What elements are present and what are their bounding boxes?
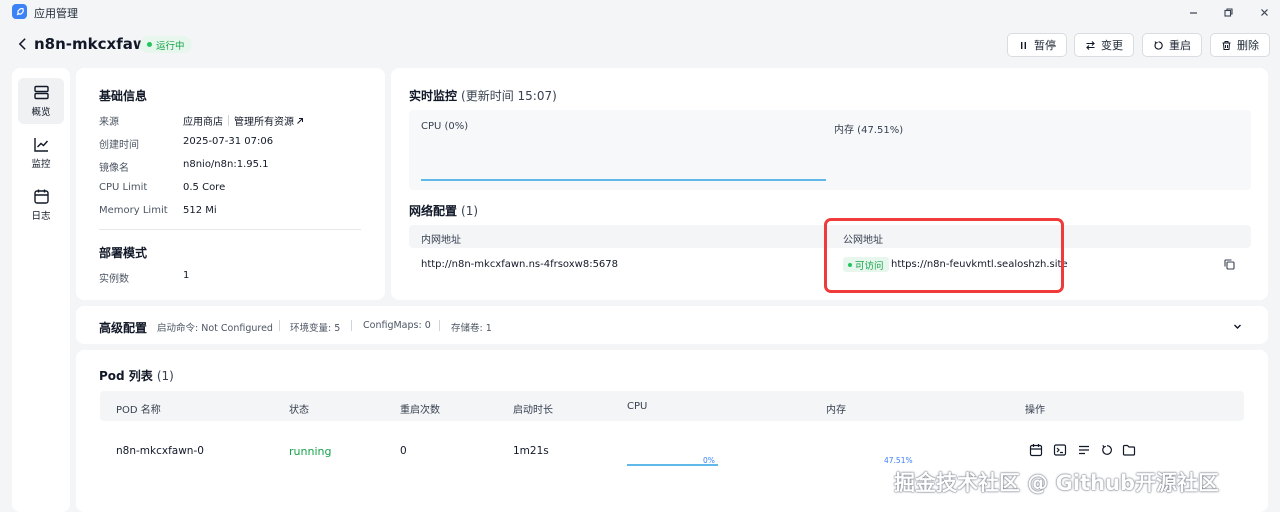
restore-icon[interactable] — [1220, 4, 1236, 20]
divider — [99, 229, 361, 230]
sidebar-item-logs[interactable]: 日志 — [18, 182, 64, 228]
back-icon[interactable] — [14, 35, 30, 53]
basic-info-title: 基础信息 — [99, 89, 148, 103]
terminal-icon[interactable] — [1053, 443, 1067, 457]
created-label: 创建时间 — [99, 140, 139, 151]
monitor-title: 实时监控 (更新时间 15:07) — [409, 89, 557, 103]
memory-monitor-label: 内存 (47.51%) — [834, 125, 904, 136]
pause-icon — [1021, 41, 1026, 49]
memory-limit-label: Memory Limit — [99, 205, 168, 216]
restart-icon — [1154, 40, 1163, 50]
folder-icon[interactable] — [1122, 443, 1136, 457]
memory-limit-value: 512 Mi — [183, 205, 217, 216]
storage-volumes: 存储卷: 1 — [451, 323, 492, 334]
image-label: 镜像名 — [99, 163, 129, 174]
pod-status: running — [289, 445, 332, 458]
deploy-mode-title: 部署模式 — [99, 246, 148, 260]
col-pod-name: POD 名称 — [116, 405, 161, 416]
sidebar-item-overview[interactable]: 概览 — [18, 78, 64, 124]
trash-icon — [1222, 40, 1231, 50]
chevron-down-icon[interactable] — [1232, 321, 1243, 332]
pod-table-header — [100, 391, 1244, 421]
col-actions: 操作 — [1025, 405, 1045, 416]
pod-uptime: 1m21s — [513, 445, 549, 457]
minimize-icon[interactable] — [1185, 4, 1201, 20]
configmaps: ConfigMaps: 0 — [363, 320, 431, 331]
watermark-text: 掘金技术社区 @ Github开源社区 — [894, 471, 1220, 495]
sidebar-item-monitor[interactable]: 监控 — [18, 130, 64, 176]
pod-log-icon[interactable] — [1029, 443, 1043, 457]
external-link-icon — [297, 118, 303, 124]
app-header: n8n-mkcxfawn 运行中 暂停 变更 重启 删除 — [0, 26, 1280, 64]
col-status: 状态 — [289, 405, 309, 416]
change-button[interactable]: 变更 — [1074, 33, 1134, 57]
window-title: 应用管理 — [34, 7, 78, 20]
instances-label: 实例数 — [99, 274, 129, 285]
source-label: 来源 — [99, 117, 119, 128]
separator — [279, 320, 280, 331]
monitor-panel — [409, 110, 1251, 190]
close-icon[interactable] — [1256, 4, 1272, 20]
overview-icon — [33, 85, 49, 100]
app-logo-icon — [12, 4, 27, 19]
swap-icon — [1086, 40, 1095, 50]
copy-icon[interactable] — [1223, 258, 1236, 271]
highlight-annotation — [824, 218, 1064, 293]
delete-button[interactable]: 删除 — [1210, 33, 1270, 57]
pod-restarts: 0 — [400, 445, 407, 457]
cpu-limit-value: 0.5 Core — [183, 182, 226, 193]
details-list-icon[interactable] — [1077, 443, 1091, 457]
created-value: 2025-07-31 07:06 — [183, 136, 274, 147]
sidebar: 概览 监控 日志 — [12, 68, 70, 512]
cpu-monitor-label: CPU (0%) — [421, 121, 469, 132]
col-restarts: 重启次数 — [400, 405, 440, 416]
log-icon — [33, 189, 49, 204]
startup-command: 启动命令: Not Configured — [157, 323, 273, 334]
cpu-chart-line — [421, 179, 826, 181]
network-title: 网络配置 (1) — [409, 204, 479, 218]
image-value: n8nio/n8n:1.95.1 — [183, 159, 269, 170]
chart-icon — [33, 138, 48, 152]
manage-resources-link[interactable]: 管理所有资源 — [234, 117, 304, 128]
pod-restart-icon[interactable] — [1100, 443, 1114, 457]
pod-cpu-bar — [627, 464, 718, 466]
cpu-limit-label: CPU Limit — [99, 182, 148, 193]
restart-button[interactable]: 重启 — [1142, 33, 1202, 57]
pod-memory-value: 47.51% — [884, 456, 913, 465]
col-memory: 内存 — [826, 405, 846, 416]
env-vars: 环境变量: 5 — [290, 323, 341, 334]
title-bar: 应用管理 — [0, 0, 1280, 24]
page-title: n8n-mkcxfawn — [34, 35, 158, 53]
status-dot-icon — [147, 42, 152, 47]
separator — [439, 320, 440, 331]
internal-address: http://n8n-mkcxfawn.ns-4frsoxw8:5678 — [421, 259, 619, 270]
col-uptime: 启动时长 — [513, 405, 553, 416]
col-cpu: CPU — [627, 401, 648, 412]
advanced-config-title: 高级配置 — [99, 321, 148, 335]
source-value: 应用商店 管理所有资源 — [183, 113, 304, 128]
instances-value: 1 — [183, 270, 190, 281]
pod-name[interactable]: n8n-mkcxfawn-0 — [116, 445, 204, 457]
pod-list-title: Pod 列表 (1) — [99, 369, 174, 383]
status-badge: 运行中 — [140, 36, 192, 53]
separator — [351, 320, 352, 331]
internal-address-header: 内网地址 — [421, 235, 461, 246]
pause-button[interactable]: 暂停 — [1007, 33, 1067, 57]
